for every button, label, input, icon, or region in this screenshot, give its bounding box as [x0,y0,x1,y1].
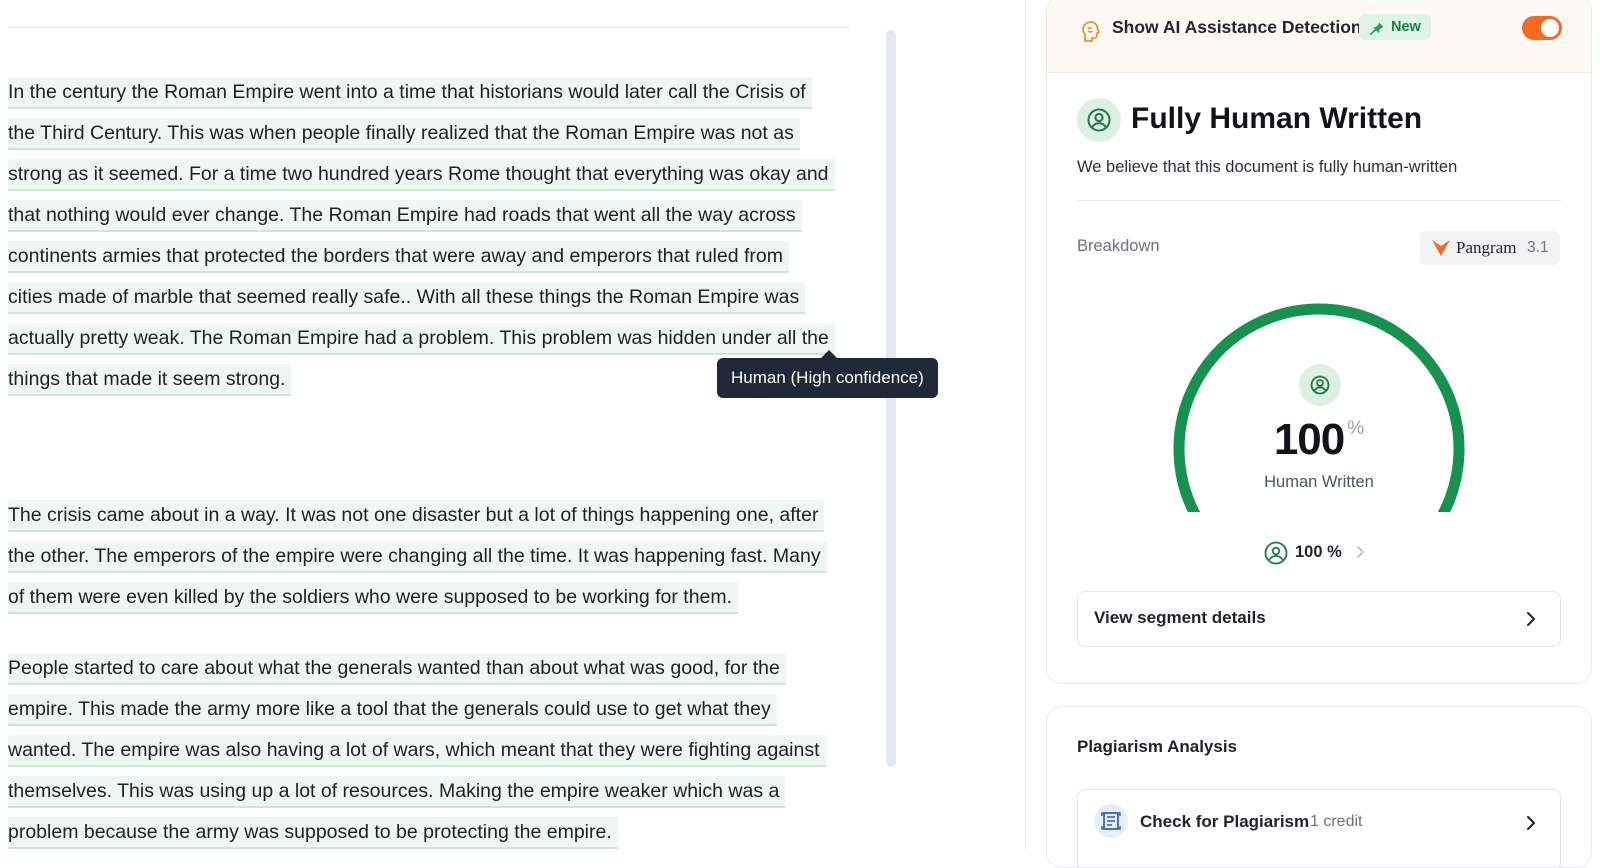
card-divider [1077,200,1561,201]
highlighted-line[interactable]: People started to care about what the ge… [8,653,786,685]
highlighted-line[interactable]: wanted. The empire was also having a lot… [8,735,826,767]
tooltip-arrow [821,350,837,358]
model-version: 3.1 [1527,239,1549,256]
highlighted-line[interactable]: continents armies that protected the bor… [8,241,789,273]
gauge-caption: Human Written [1264,473,1374,491]
document-top-divider [8,27,850,28]
highlighted-line[interactable]: In the century the Roman Empire went int… [8,77,812,109]
confidence-tooltip: Human (High confidence) [717,358,938,398]
chevron-right-icon [1355,544,1365,565]
check-plagiarism-label: Check for Plagiarism [1140,812,1310,831]
detection-result-card: Show AI Assistance Detection New Fully H… [1046,0,1592,684]
ai-assistance-label: Show AI Assistance Detection [1112,17,1362,37]
highlighted-line[interactable]: The crisis came about in a way. It was n… [8,500,825,532]
document-pane: In the century the Roman Empire went int… [0,0,938,852]
brain-icon [1079,19,1103,50]
highlighted-line[interactable]: things that made it seem strong. [8,364,292,396]
view-segment-details-button[interactable]: View segment details [1077,591,1561,647]
paragraph-2: The crisis came about in a way. It was n… [8,500,858,623]
gauge-number: 100 [1273,415,1345,464]
highlighted-line[interactable]: that nothing would ever change. The Roma… [8,200,802,232]
user-circle-icon [1264,541,1288,570]
toggle-knob [1541,19,1559,37]
verdict-title: Fully Human Written [1131,102,1423,135]
paragraph-3: People started to care about what the ge… [8,653,858,858]
highlighted-line[interactable]: problem because the army was supposed to… [8,817,618,849]
highlighted-line[interactable]: the Third Century. This was when people … [8,118,800,150]
paragraph-1: In the century the Roman Empire went int… [8,77,858,405]
plagiarism-card: Plagiarism Analysis Check for Plagiarism… [1046,706,1592,868]
chevron-right-icon [1525,814,1537,837]
human-percent-value: 100 % [1295,543,1342,561]
user-circle-icon [1299,364,1341,406]
segment-details-label: View segment details [1094,608,1266,627]
new-badge-label: New [1391,19,1421,35]
verdict-description: We believe that this document is fully h… [1077,158,1458,176]
highlighted-line[interactable]: strong as it seemed. For a time two hund… [8,159,835,191]
highlighted-line[interactable]: of them were even killed by the soldiers… [8,582,739,614]
gauge-value: 100% [1047,415,1591,465]
highlighted-line[interactable]: actually pretty weak. The Roman Empire h… [8,323,835,355]
highlighted-line[interactable]: the other. The emperors of the empire we… [8,541,827,573]
check-plagiarism-button[interactable]: Check for Plagiarism 1 credit [1077,789,1561,867]
document-scrollbar[interactable] [886,30,896,767]
new-badge: New [1359,14,1431,40]
pin-icon [1369,19,1385,45]
plagiarism-title: Plagiarism Analysis [1077,737,1238,756]
highlighted-line[interactable]: empire. This made the army more like a t… [8,694,777,726]
highlighted-line[interactable]: themselves. This was using up a lot of r… [8,776,786,808]
pangram-logo-icon [1431,239,1451,262]
model-name: Pangram [1456,238,1517,257]
user-circle-icon [1077,98,1121,142]
breakdown-label: Breakdown [1077,237,1160,255]
gauge-unit: % [1347,418,1365,439]
pane-divider [1025,0,1026,852]
ai-assistance-bar: Show AI Assistance Detection New [1047,0,1591,73]
chevron-right-icon [1525,610,1537,633]
document-scan-icon [1094,804,1128,838]
highlighted-line[interactable]: cities made of marble that seemed really… [8,282,806,314]
model-chip: Pangram 3.1 [1420,231,1560,265]
ai-detection-toggle[interactable] [1522,16,1562,40]
credit-cost: 1 credit [1310,813,1363,830]
